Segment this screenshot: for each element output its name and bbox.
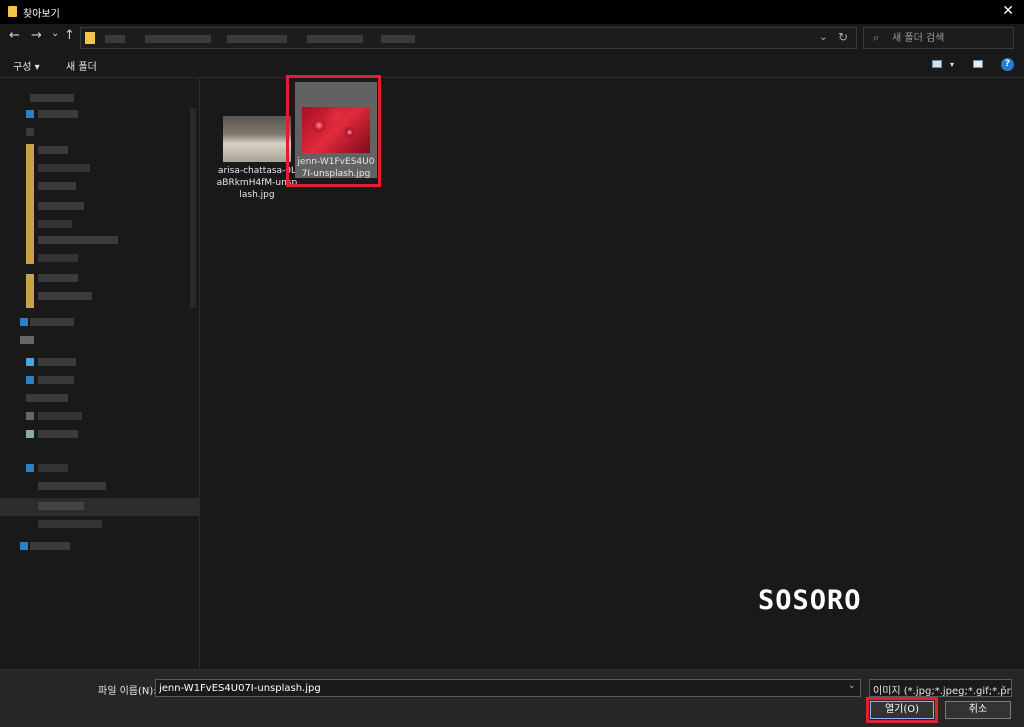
nav-item[interactable] [38,482,106,490]
file-name-input[interactable] [155,679,861,697]
title-bar: 찾아보기 ✕ [0,0,1024,24]
nav-item[interactable] [38,502,84,510]
highlight-box [866,697,938,723]
nav-item[interactable] [38,430,78,438]
nav-scroll-indicator [190,108,196,308]
nav-item[interactable] [30,542,70,550]
path-segment [307,35,363,43]
nav-item[interactable] [38,520,102,528]
nav-item[interactable] [38,182,76,190]
navigation-pane[interactable] [0,78,200,669]
nav-item[interactable] [26,128,34,136]
refresh-icon[interactable]: ↻ [838,30,848,44]
back-arrow-icon[interactable]: ← [9,28,20,43]
nav-item[interactable] [38,164,90,172]
path-segment [145,35,211,43]
file-list[interactable]: arisa-chattasa-0LaBRkmH4fM-unsplash.jpg … [201,75,1024,669]
highlight-box [286,75,381,187]
address-bar: ← → ⌄ ↑ ⌄ ↻ ⌕ [0,24,1024,52]
nav-item[interactable] [38,274,78,282]
watermark: SOSORO [758,585,862,616]
nav-item[interactable] [38,110,78,118]
nav-item[interactable] [38,292,92,300]
folder-icon [85,32,95,44]
preview-pane-icon[interactable] [973,60,983,68]
path-segment [381,35,415,43]
recent-locations-icon[interactable]: ⌄ [51,28,59,39]
nav-item[interactable] [38,376,74,384]
drive-icon [26,412,34,420]
chevron-down-icon[interactable]: ▾ [950,60,954,69]
nav-item[interactable] [38,464,68,472]
nav-item[interactable] [30,94,74,102]
file-name-label: 파일 이름(N): [98,686,157,697]
drive-icon [26,376,34,384]
nav-item[interactable] [38,254,78,262]
folder-icon [26,144,34,264]
command-bar: 구성 ▾ 새 폴더 ▾ ? [0,52,1024,78]
search-icon: ⌕ [873,31,880,44]
chevron-down-icon[interactable]: ⌄ [848,681,856,691]
path-input[interactable]: ⌄ ↻ [80,27,857,49]
this-pc-icon [20,318,28,326]
path-segment [227,35,287,43]
quick-access-icon [26,110,34,118]
nav-item[interactable] [38,202,84,210]
path-segment [105,35,125,43]
nav-item[interactable] [38,146,68,154]
nav-item[interactable] [38,236,118,244]
view-options-icon[interactable] [932,60,942,68]
nav-item[interactable] [38,412,82,420]
nav-item[interactable] [26,394,68,402]
close-icon[interactable]: ✕ [1002,3,1014,19]
drive-icon [26,430,34,438]
new-folder-button[interactable]: 새 폴더 [66,58,97,73]
file-type-select[interactable]: 이미지 (*.jpg;*.jpeg;*.gif;*.png; [869,679,1012,697]
nav-item[interactable] [38,220,72,228]
help-icon[interactable]: ? [1001,58,1014,71]
folder-icon [26,274,34,308]
chevron-down-icon[interactable]: ⌄ [819,30,828,43]
chevron-down-icon[interactable]: ⌄ [1000,681,1008,691]
drive-icon [26,358,34,366]
nav-item[interactable] [30,318,74,326]
forward-arrow-icon[interactable]: → [31,28,42,43]
search-box[interactable]: ⌕ [863,27,1014,49]
cancel-button[interactable]: 취소 [945,701,1011,719]
window-title: 찾아보기 [23,9,60,20]
nav-item[interactable] [20,336,34,344]
nav-selected-row [0,498,199,516]
dialog-footer: 파일 이름(N): ⌄ 이미지 (*.jpg;*.jpeg;*.gif;*.pn… [0,669,1024,727]
search-input[interactable] [892,31,1007,45]
network-icon [20,542,28,550]
organize-button[interactable]: 구성 ▾ [13,58,40,73]
drive-icon [26,464,34,472]
nav-item[interactable] [38,358,76,366]
image-thumbnail [223,116,291,162]
up-arrow-icon[interactable]: ↑ [64,28,75,43]
folder-icon [8,6,17,17]
